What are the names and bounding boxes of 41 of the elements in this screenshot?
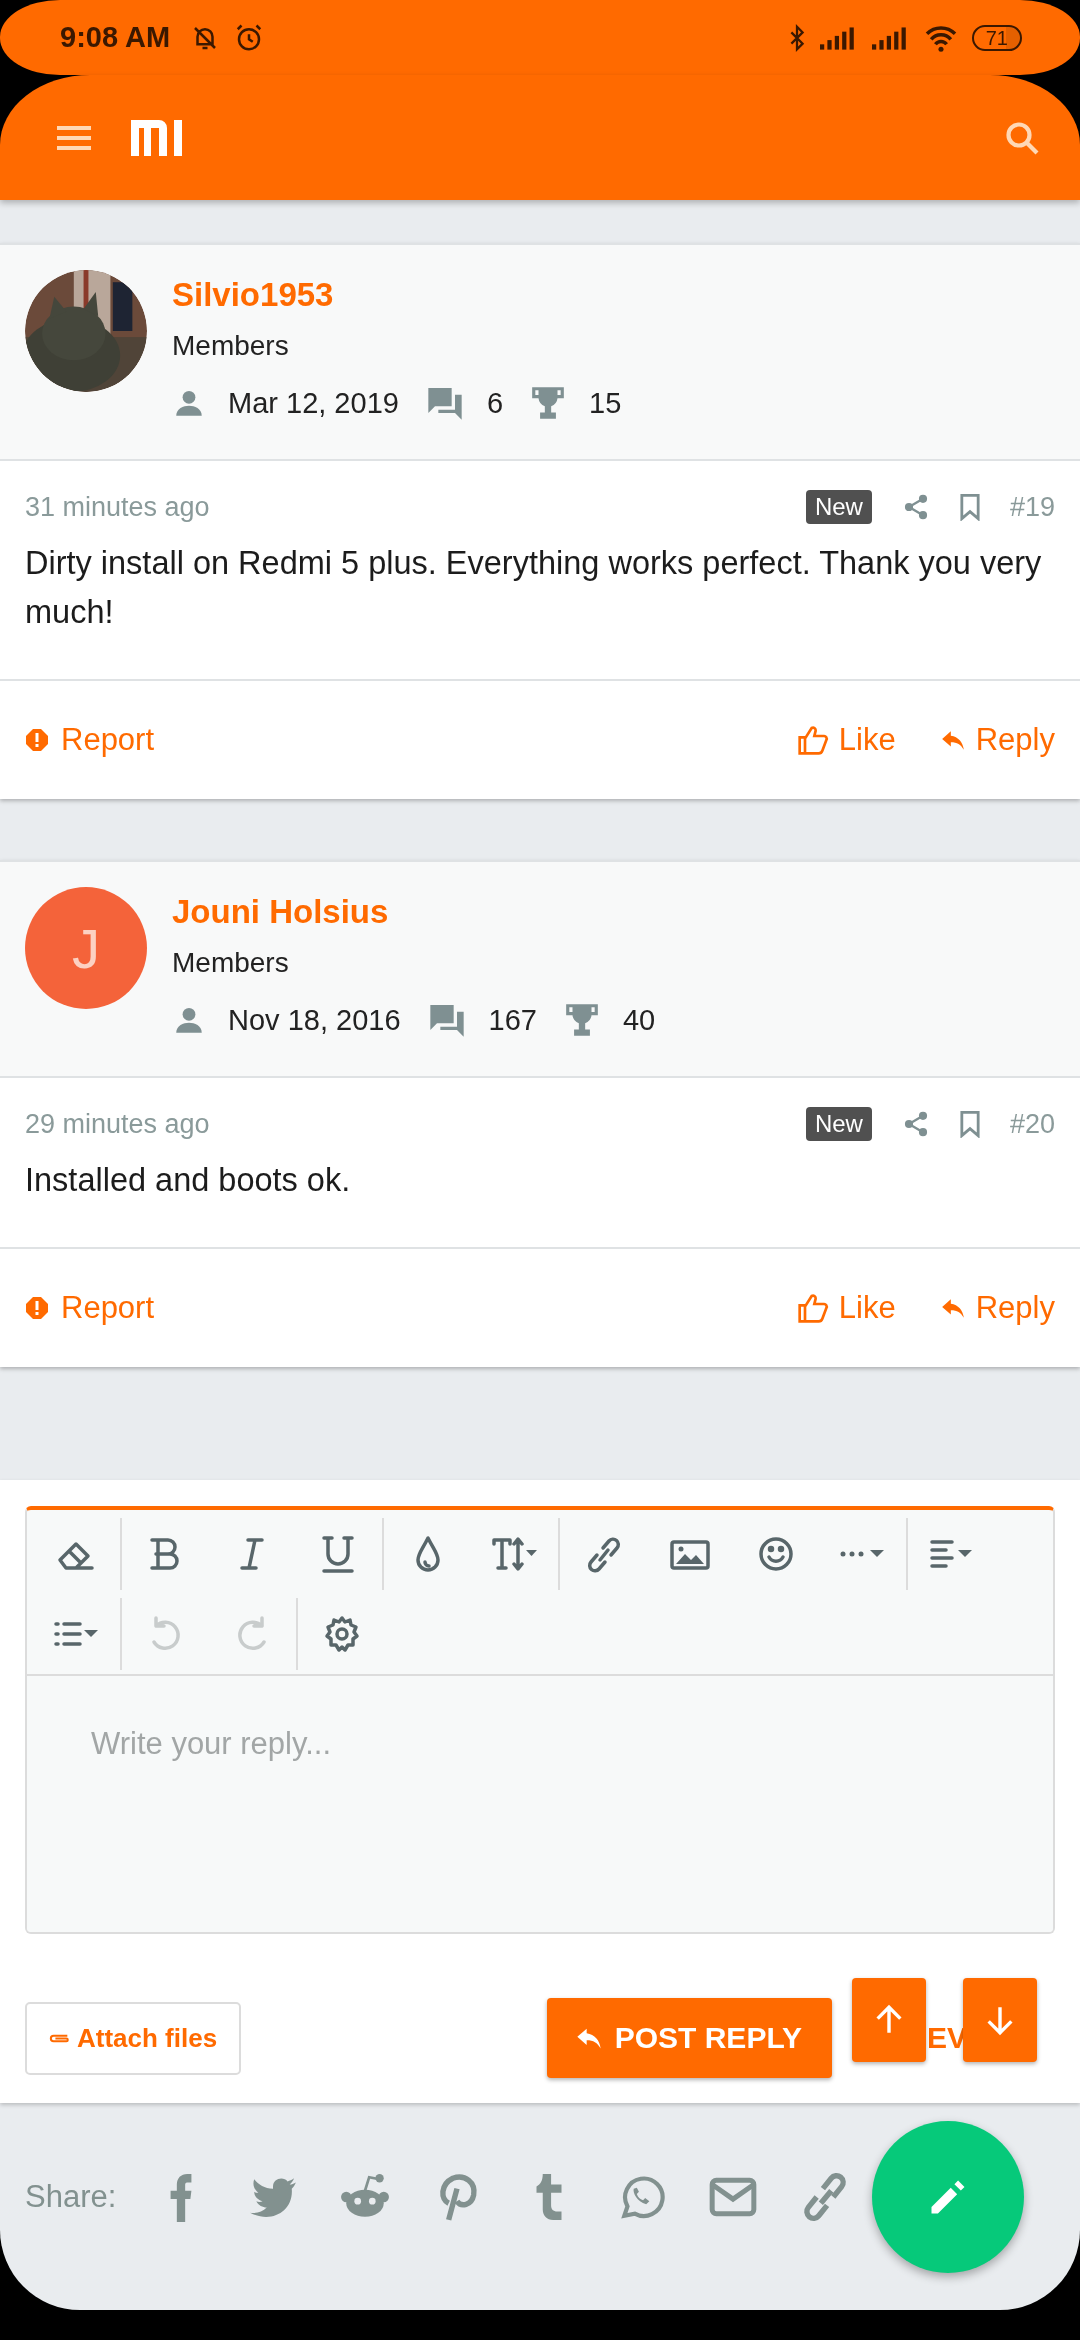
battery-indicator: 71	[971, 24, 1022, 51]
status-time: 9:08 AM	[60, 21, 171, 54]
search-icon[interactable]	[1004, 119, 1040, 156]
user-role: Members	[172, 329, 289, 363]
thumbs-up-icon	[796, 724, 829, 756]
reply-editor-field[interactable]: Write your reply...	[25, 1506, 1055, 1934]
post-number-link[interactable]: #20	[1009, 1108, 1055, 1140]
username-link[interactable]: Jouni Holsius	[172, 892, 389, 932]
post-text: Dirty install on Redmi 5 plus. Everything works perfect. Thank you very much!	[25, 544, 1043, 632]
message-count: 6	[486, 386, 504, 420]
post-reply-button[interactable]: POST REPLY	[546, 1998, 832, 2078]
menu-icon[interactable]	[57, 125, 91, 150]
like-button[interactable]: Like	[796, 1290, 896, 1326]
message-count: 167	[488, 1003, 537, 1037]
post-number-link[interactable]: #19	[1009, 491, 1055, 523]
warning-icon	[25, 1296, 49, 1320]
join-date: Nov 18, 2016	[228, 1003, 401, 1037]
warning-icon	[25, 728, 49, 752]
compose-button[interactable]	[872, 2121, 1024, 2273]
post-time[interactable]: 29 minutes ago	[25, 1108, 210, 1140]
username-link[interactable]: Silvio1953	[172, 275, 334, 315]
scroll-up-button[interactable]	[852, 1978, 926, 2062]
user-role: Members	[172, 946, 289, 980]
reply-button[interactable]: Reply	[939, 722, 1055, 758]
join-date: Mar 12, 2019	[228, 386, 399, 420]
points-count: 40	[622, 1003, 656, 1037]
attach-files-button[interactable]: Attach files	[25, 2001, 242, 2075]
new-badge: New	[805, 1107, 872, 1141]
report-button[interactable]: Report	[25, 1290, 155, 1326]
points-count: 15	[589, 386, 622, 420]
new-badge: New	[805, 490, 872, 524]
avatar[interactable]: J	[25, 887, 147, 1009]
thumbs-up-icon	[796, 1292, 829, 1324]
post-time[interactable]: 31 minutes ago	[25, 491, 210, 523]
like-button[interactable]: Like	[796, 722, 896, 758]
scroll-down-button[interactable]	[963, 1978, 1037, 2062]
share-label: Share:	[25, 2178, 117, 2215]
reply-button[interactable]: Reply	[939, 1290, 1055, 1326]
wifi-icon	[923, 23, 958, 52]
report-button[interactable]: Report	[25, 722, 155, 758]
post-text: Installed and boots ok.	[25, 1161, 352, 1200]
